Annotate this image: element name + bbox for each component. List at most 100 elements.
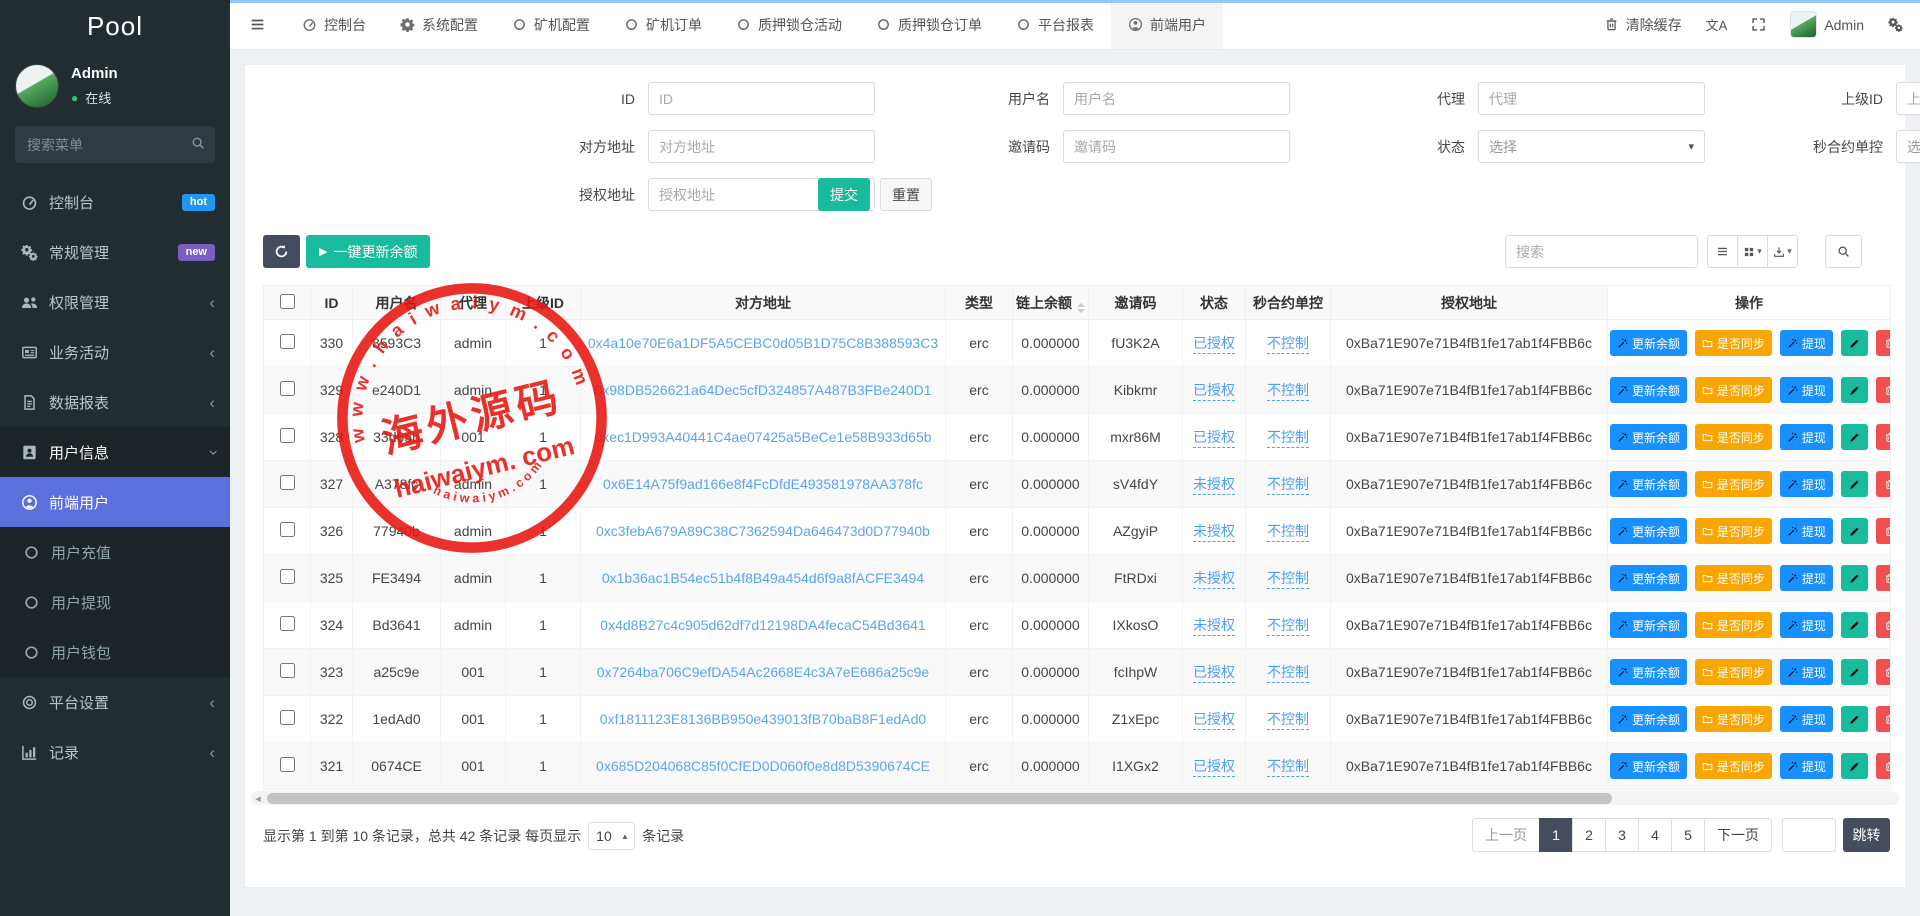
- delete-button[interactable]: [1876, 659, 1891, 685]
- tab-miner-config[interactable]: 矿机配置: [495, 0, 607, 49]
- update-balance-button[interactable]: 更新余额: [1610, 706, 1687, 732]
- status-editable[interactable]: 未授权: [1193, 617, 1235, 636]
- update-balance-button[interactable]: 更新余额: [1610, 330, 1687, 356]
- jump-page-input[interactable]: [1782, 818, 1836, 852]
- withdraw-button[interactable]: 提现: [1780, 753, 1833, 779]
- update-balance-button[interactable]: 更新余额: [1610, 424, 1687, 450]
- status-editable[interactable]: 已授权: [1193, 335, 1235, 354]
- update-balance-button[interactable]: 更新余额: [1610, 659, 1687, 685]
- withdraw-button[interactable]: 提现: [1780, 706, 1833, 732]
- page-button-3[interactable]: 3: [1605, 818, 1639, 852]
- contract-control-editable[interactable]: 不控制: [1267, 382, 1309, 401]
- update-balance-button[interactable]: 更新余额: [1610, 377, 1687, 403]
- refresh-button[interactable]: [263, 235, 300, 268]
- update-balance-button[interactable]: 更新余额: [1610, 565, 1687, 591]
- delete-button[interactable]: [1876, 518, 1891, 544]
- address-link[interactable]: 0x685D204068C85f0CfED0D060f0e8d8D5390674…: [596, 758, 930, 774]
- row-checkbox[interactable]: [280, 616, 295, 631]
- status-editable[interactable]: 未授权: [1193, 523, 1235, 542]
- sidebar-item-platform-settings[interactable]: 平台设置 ‹: [0, 677, 230, 727]
- withdraw-button[interactable]: 提现: [1780, 330, 1833, 356]
- tab-miner-orders[interactable]: 矿机订单: [607, 0, 719, 49]
- status-editable[interactable]: 已授权: [1193, 664, 1235, 683]
- tab-staking-orders[interactable]: 质押锁仓订单: [859, 0, 999, 49]
- sidebar-menu-search-input[interactable]: [15, 126, 215, 163]
- withdraw-button[interactable]: 提现: [1780, 659, 1833, 685]
- withdraw-button[interactable]: 提现: [1780, 377, 1833, 403]
- sync-button[interactable]: 是否同步: [1695, 471, 1772, 497]
- withdraw-button[interactable]: 提现: [1780, 565, 1833, 591]
- sync-button[interactable]: 是否同步: [1695, 518, 1772, 544]
- edit-button[interactable]: [1841, 753, 1868, 779]
- page-button-4[interactable]: 4: [1638, 818, 1672, 852]
- id-field[interactable]: [648, 82, 875, 115]
- tab-frontend-users[interactable]: 前端用户: [1111, 0, 1223, 49]
- row-checkbox[interactable]: [280, 663, 295, 678]
- search-toggle-button[interactable]: [1825, 235, 1862, 268]
- address-link[interactable]: 0x4a10e70E6a1DF5A5CEBC0d05B1D75C8B388593…: [588, 335, 938, 351]
- sidebar-item-user-info[interactable]: 用户信息 ‹: [0, 427, 230, 477]
- tab-dashboard[interactable]: 控制台: [285, 0, 383, 49]
- withdraw-button[interactable]: 提现: [1780, 424, 1833, 450]
- row-checkbox[interactable]: [280, 475, 295, 490]
- submit-button[interactable]: 提交: [818, 178, 870, 211]
- edit-button[interactable]: [1841, 706, 1868, 732]
- sidebar-item-user-withdraw[interactable]: 用户提现: [0, 577, 230, 627]
- sync-button[interactable]: 是否同步: [1695, 330, 1772, 356]
- sync-button[interactable]: 是否同步: [1695, 612, 1772, 638]
- sidebar-item-dashboard[interactable]: 控制台 hot: [0, 177, 230, 227]
- address-field[interactable]: [648, 130, 875, 163]
- contract-control-editable[interactable]: 不控制: [1267, 758, 1309, 777]
- prev-page-button[interactable]: 上一页: [1472, 818, 1540, 852]
- status-select[interactable]: 选择▾: [1478, 130, 1705, 163]
- select-all-checkbox[interactable]: [280, 294, 295, 309]
- edit-button[interactable]: [1841, 565, 1868, 591]
- sync-button[interactable]: 是否同步: [1695, 659, 1772, 685]
- row-checkbox[interactable]: [280, 569, 295, 584]
- contract-control-editable[interactable]: 不控制: [1267, 570, 1309, 589]
- withdraw-button[interactable]: 提现: [1780, 471, 1833, 497]
- address-link[interactable]: 0x6E14A75f9ad166e8f4FcDfdE493581978AA378…: [603, 476, 923, 492]
- address-link[interactable]: 0xc3febA679A89C38C7362594Da646473d0D7794…: [596, 523, 930, 539]
- page-button-5[interactable]: 5: [1671, 818, 1705, 852]
- contract-control-editable[interactable]: 不控制: [1267, 335, 1309, 354]
- sidebar-item-general[interactable]: 常规管理 new: [0, 227, 230, 277]
- sidebar-item-reports[interactable]: 数据报表 ‹: [0, 377, 230, 427]
- sidebar-item-business[interactable]: 业务活动 ‹: [0, 327, 230, 377]
- avatar[interactable]: [15, 64, 59, 108]
- delete-button[interactable]: [1876, 471, 1891, 497]
- contract-control-select[interactable]: 选择▾: [1896, 130, 1920, 163]
- page-size-select[interactable]: 10▴: [588, 822, 635, 850]
- edit-button[interactable]: [1841, 424, 1868, 450]
- update-balance-button[interactable]: 更新余额: [1610, 471, 1687, 497]
- update-balance-button[interactable]: 更新余额: [1610, 753, 1687, 779]
- export-button[interactable]: ▾: [1767, 235, 1798, 268]
- withdraw-button[interactable]: 提现: [1780, 612, 1833, 638]
- scrollbar-thumb[interactable]: [267, 793, 1612, 804]
- status-editable[interactable]: 已授权: [1193, 711, 1235, 730]
- sync-button[interactable]: 是否同步: [1695, 706, 1772, 732]
- address-link[interactable]: 0x98DB526621a64Dec5cfD324857A487B3FBe240…: [594, 382, 931, 398]
- row-checkbox[interactable]: [280, 428, 295, 443]
- update-balance-button[interactable]: 更新余额: [1610, 612, 1687, 638]
- contract-control-editable[interactable]: 不控制: [1267, 617, 1309, 636]
- columns-button[interactable]: ▾: [1737, 235, 1768, 268]
- sync-button[interactable]: 是否同步: [1695, 753, 1772, 779]
- address-link[interactable]: 0x1b36ac1B54ec51b4f8B49a454d6f9a8fACFE34…: [602, 570, 924, 586]
- sidebar-item-frontend-users[interactable]: 前端用户: [0, 477, 230, 527]
- reset-button[interactable]: 重置: [880, 178, 932, 211]
- address-link[interactable]: 0x7264ba706C9efDA54Ac2668E4c3A7eE686a25c…: [597, 664, 929, 680]
- contract-control-editable[interactable]: 不控制: [1267, 429, 1309, 448]
- hamburger-menu-icon[interactable]: [230, 16, 285, 33]
- sidebar-item-records[interactable]: 记录 ‹: [0, 727, 230, 777]
- agent-field[interactable]: [1478, 82, 1705, 115]
- delete-button[interactable]: [1876, 753, 1891, 779]
- sidebar-item-user-recharge[interactable]: 用户充值: [0, 527, 230, 577]
- address-link[interactable]: 0xec1D993A40441C4ae07425a5BeCe1e58B933d6…: [594, 429, 931, 445]
- invite-code-field[interactable]: [1063, 130, 1290, 163]
- parent-id-field[interactable]: [1896, 82, 1920, 115]
- translate-icon[interactable]: 文A: [1706, 15, 1728, 34]
- common-search-toggle-button[interactable]: [1707, 235, 1738, 268]
- contract-control-editable[interactable]: 不控制: [1267, 711, 1309, 730]
- bulk-update-balance-button[interactable]: ▶一键更新余额: [306, 235, 430, 268]
